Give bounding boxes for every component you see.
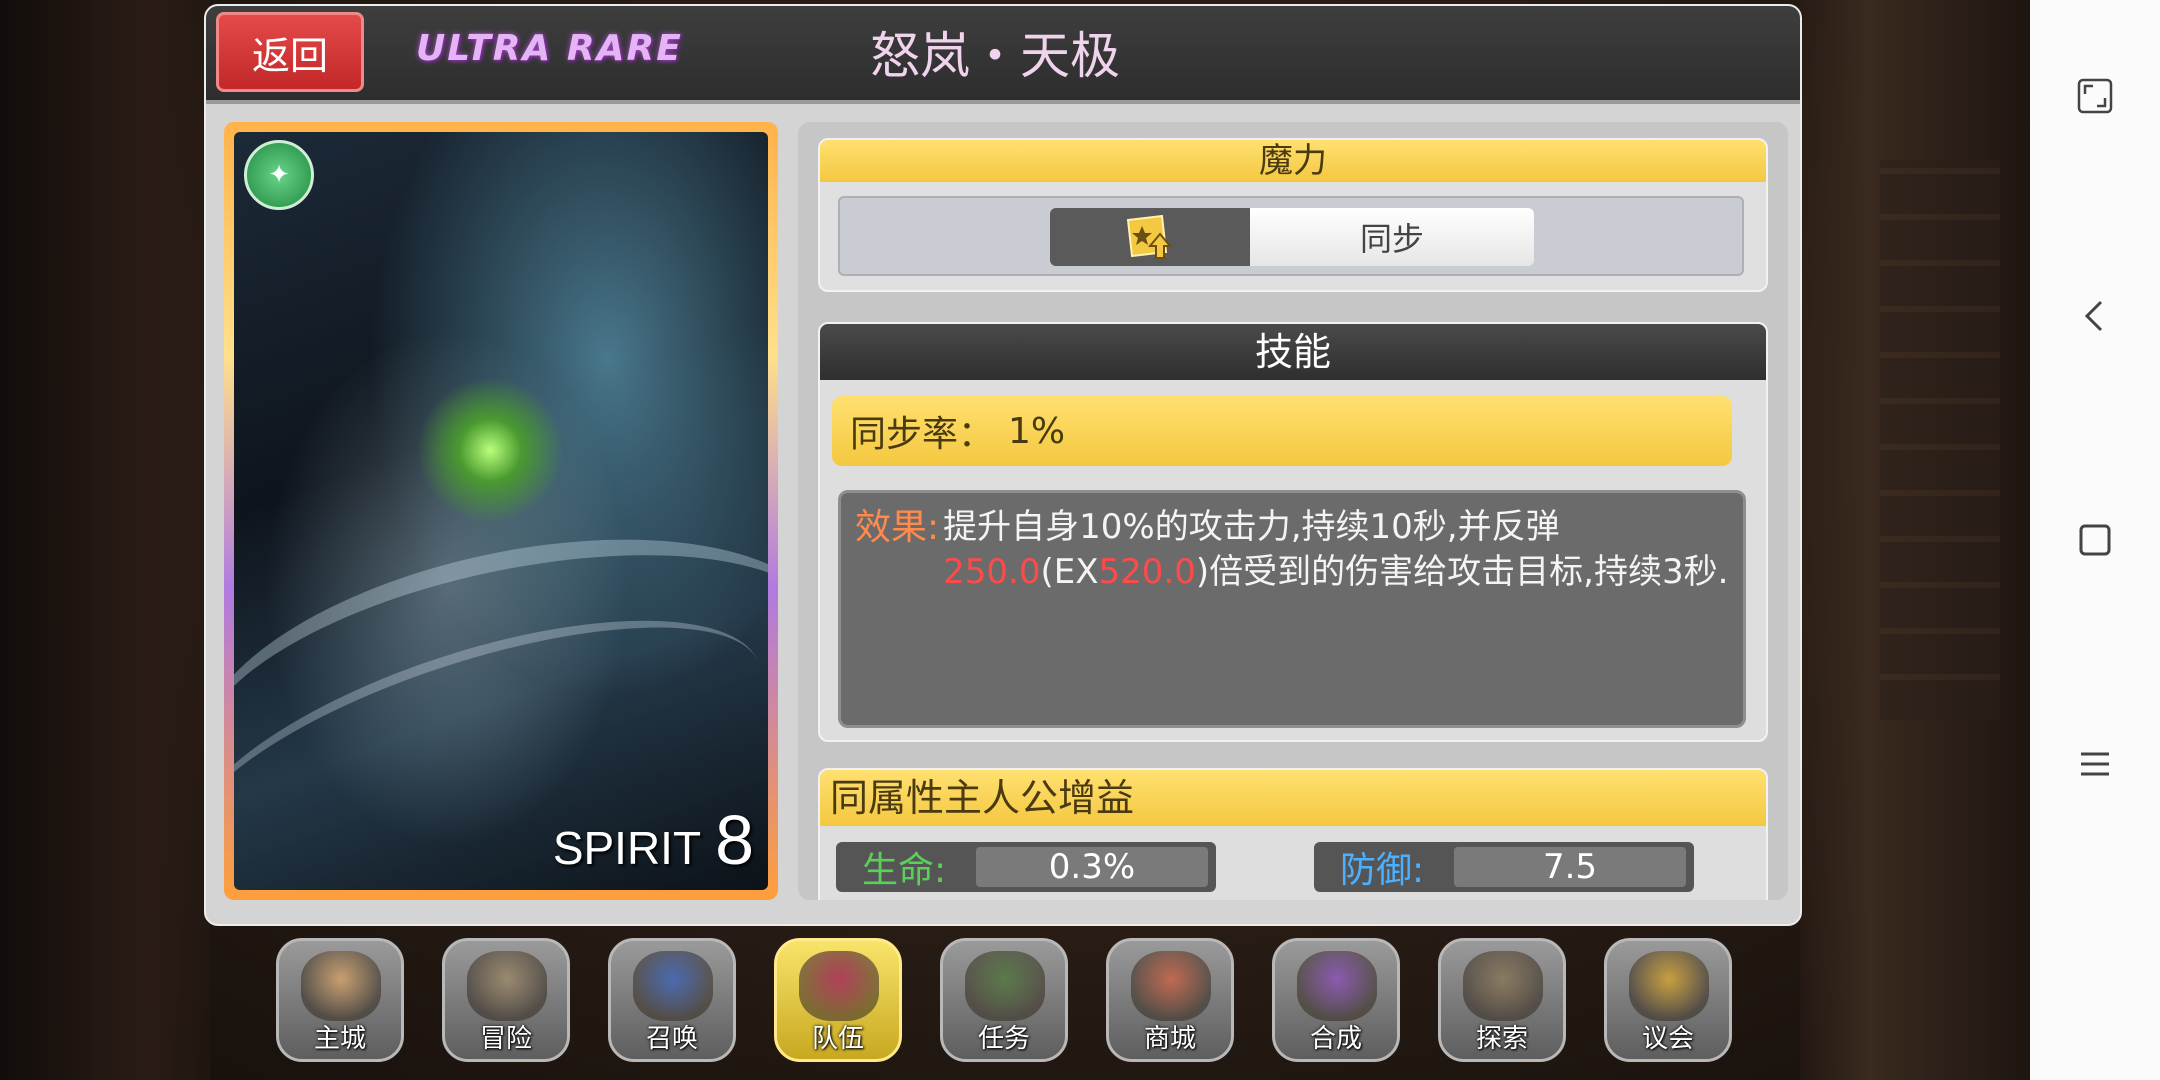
quest-book-icon — [965, 951, 1045, 1021]
element-badge-icon: ✦ — [244, 140, 314, 210]
skill-effect-box: 效果: 提升自身10%的攻击力,持续10秒,并反弹 250.0(EX520.0)倍… — [838, 490, 1746, 728]
background-bookshelf — [1880, 160, 2000, 720]
summon-card-icon — [633, 951, 713, 1021]
sync-rate-label: 同步率： — [850, 414, 995, 455]
nav-adventure[interactable]: 冒险 — [442, 938, 570, 1062]
sync-rate-bar: 同步率： 1% — [832, 396, 1732, 466]
effect-value-1: 250.0 — [943, 552, 1041, 592]
card-artwork[interactable]: ✦ SPIRIT 8 — [234, 132, 768, 890]
stat-hp-label: 生命: — [862, 850, 947, 891]
skill-header: 技能 — [820, 324, 1766, 380]
council-emblem-icon — [1629, 951, 1709, 1021]
fullscreen-icon[interactable] — [2075, 76, 2115, 116]
attribute-bonus-section: 同属性主人公增益 生命: 0.3% 防御: 7.5 — [818, 768, 1768, 900]
nav-label: 议会 — [1641, 1024, 1694, 1054]
stat-hp: 生命: 0.3% — [836, 842, 1216, 892]
potion-icon — [1297, 951, 1377, 1021]
sync-toggle-label[interactable]: 同步 — [1250, 208, 1534, 266]
nav-label: 冒险 — [479, 1024, 532, 1054]
card-frame: ✦ SPIRIT 8 — [224, 122, 778, 900]
bonus-header: 同属性主人公增益 — [820, 770, 1766, 826]
crossed-weapons-icon — [467, 951, 547, 1021]
spirit-indicator: SPIRIT 8 — [553, 800, 754, 880]
nav-label: 商城 — [1143, 1024, 1196, 1054]
effect-text-1: 提升自身10%的攻击力,持续10秒,并反弹 — [943, 507, 1560, 547]
effect-text-2: (EX — [1040, 552, 1099, 592]
stat-defense-value: 7.5 — [1454, 847, 1686, 887]
rarity-label: ULTRA RARE — [416, 28, 683, 69]
home-square-icon[interactable] — [2075, 520, 2115, 560]
effect-text-3: )倍受到的伤害给攻击目标,持续3秒. — [1195, 552, 1729, 592]
nav-label: 队伍 — [811, 1024, 864, 1054]
effect-value-2: 520.0 — [1098, 552, 1196, 592]
mana-controls: 同步 — [838, 196, 1744, 276]
nav-shop[interactable]: 商城 — [1106, 938, 1234, 1062]
title-bar: 返回 ULTRA RARE 怒岚・天极 — [206, 6, 1800, 104]
nav-label: 合成 — [1309, 1024, 1362, 1054]
system-navigation-bar — [2030, 0, 2160, 1080]
spirit-label: SPIRIT — [552, 822, 702, 874]
back-button[interactable]: 返回 — [216, 12, 364, 92]
skill-section: 技能 同步率： 1% 效果: 提升自身10%的攻击力,持续10秒,并反弹 250.… — [818, 322, 1768, 742]
card-title: 怒岚・天极 — [870, 27, 1120, 85]
card-detail-panel: 返回 ULTRA RARE 怒岚・天极 ✦ SPIRIT 8 魔力 同步 技能 … — [204, 4, 1802, 926]
nav-council[interactable]: 议会 — [1604, 938, 1732, 1062]
mana-section: 魔力 同步 — [818, 138, 1768, 292]
detail-column: 魔力 同步 技能 同步率： 1% 效果: 提升自身10%的攻击力,持续10秒,并… — [798, 122, 1788, 900]
shop-icon — [1131, 951, 1211, 1021]
menu-icon[interactable] — [2075, 744, 2115, 784]
nav-team[interactable]: 队伍 — [774, 938, 902, 1062]
mana-header: 魔力 — [820, 140, 1766, 182]
spirit-value: 8 — [715, 801, 754, 879]
sync-toggle[interactable]: 同步 — [1050, 208, 1534, 266]
back-arrow-icon[interactable] — [2075, 296, 2115, 336]
nav-synthesis[interactable]: 合成 — [1272, 938, 1400, 1062]
shovel-icon — [1463, 951, 1543, 1021]
stat-defense-label: 防御: — [1340, 850, 1425, 891]
nav-quest[interactable]: 任务 — [940, 938, 1068, 1062]
nav-main-city[interactable]: 主城 — [276, 938, 404, 1062]
bottom-navigation: 主城 冒险 召唤 队伍 任务 商城 合成 探索 议会 — [276, 938, 1746, 1064]
castle-icon — [301, 951, 381, 1021]
star-upgrade-icon[interactable] — [1050, 208, 1250, 266]
background-left — [0, 0, 210, 1080]
sync-rate-value: 1% — [1008, 410, 1066, 452]
winged-shield-icon — [799, 951, 879, 1021]
effect-description: 提升自身10%的攻击力,持续10秒,并反弹 250.0(EX520.0)倍受到的伤… — [943, 505, 1729, 713]
nav-summon[interactable]: 召唤 — [608, 938, 736, 1062]
nav-label: 召唤 — [645, 1024, 698, 1054]
effect-label: 效果: — [855, 507, 940, 548]
stat-hp-value: 0.3% — [976, 847, 1208, 887]
nav-label: 任务 — [977, 1024, 1030, 1054]
stat-defense: 防御: 7.5 — [1314, 842, 1694, 892]
nav-label: 主城 — [313, 1024, 366, 1054]
nav-explore[interactable]: 探索 — [1438, 938, 1566, 1062]
nav-label: 探索 — [1475, 1024, 1528, 1054]
